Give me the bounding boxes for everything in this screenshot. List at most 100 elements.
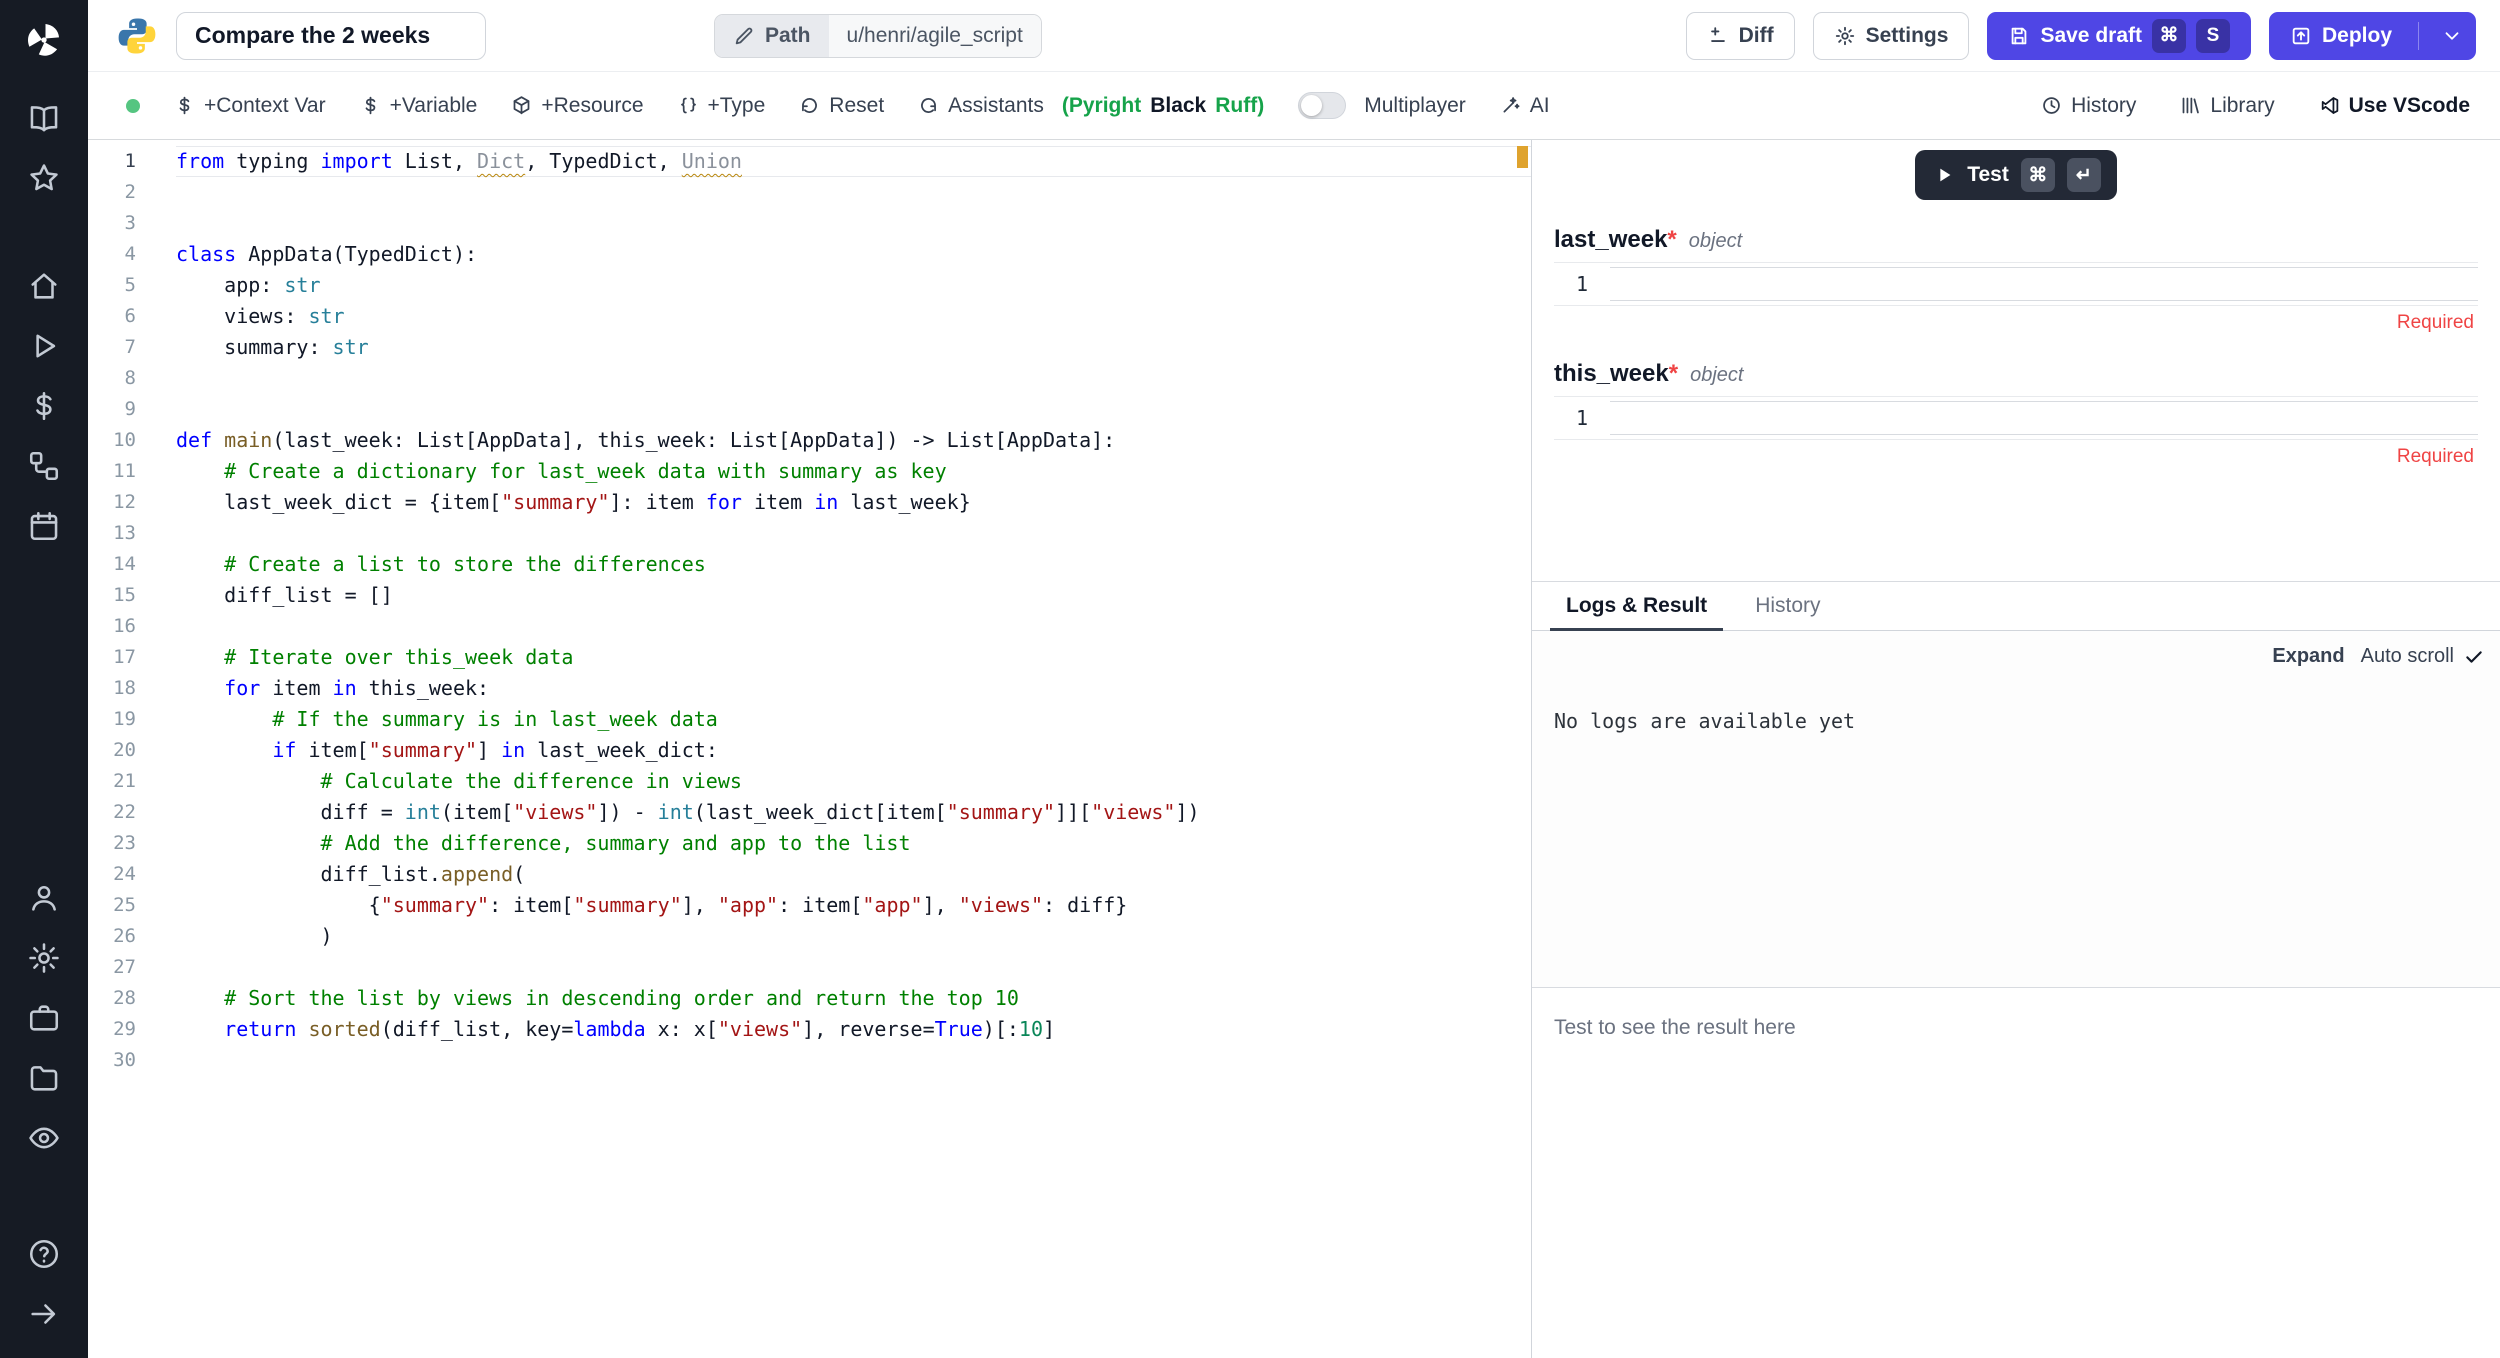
code-line[interactable] xyxy=(176,1045,1531,1076)
script-title-input[interactable]: Compare the 2 weeks xyxy=(176,12,486,60)
add-variable-button[interactable]: +Variable xyxy=(360,94,478,118)
expand-button[interactable]: Expand xyxy=(2272,645,2344,668)
arg-input-this-week[interactable]: 1 xyxy=(1554,396,2478,440)
arg-input-field[interactable] xyxy=(1610,401,2478,435)
code-line[interactable]: return sorted(diff_list, key=lambda x: x… xyxy=(176,1014,1531,1045)
code-line[interactable]: diff = int(item["views"]) - int(last_wee… xyxy=(176,797,1531,828)
code-line[interactable]: ) xyxy=(176,921,1531,952)
workers-briefcase-icon[interactable] xyxy=(14,988,74,1048)
autoscroll-toggle[interactable]: Auto scroll xyxy=(2361,645,2484,668)
editor-scrollbar[interactable] xyxy=(1513,140,1531,1358)
code-line[interactable] xyxy=(176,518,1531,549)
variables-icon[interactable] xyxy=(14,376,74,436)
star-icon[interactable] xyxy=(14,148,74,208)
code-line[interactable] xyxy=(176,394,1531,425)
library-button[interactable]: Library xyxy=(2180,94,2274,118)
book-icon[interactable] xyxy=(14,88,74,148)
collapse-arrow-icon[interactable] xyxy=(14,1284,74,1344)
kbd-meta-badge: ⌘ xyxy=(2021,158,2055,192)
ai-button[interactable]: AI xyxy=(1500,94,1550,118)
diff-button[interactable]: Diff xyxy=(1686,12,1795,60)
code-line[interactable]: # Create a list to store the differences xyxy=(176,549,1531,580)
reset-button[interactable]: Reset xyxy=(799,94,884,118)
add-context-var-button[interactable]: +Context Var xyxy=(174,94,326,118)
history-button[interactable]: History xyxy=(2041,94,2136,118)
tab-logs-result[interactable]: Logs & Result xyxy=(1542,582,1731,630)
code-line[interactable]: from typing import List, Dict, TypedDict… xyxy=(176,146,1531,177)
arg-input-field[interactable] xyxy=(1610,267,2478,301)
required-hint: Required xyxy=(1554,446,2478,468)
code-line[interactable] xyxy=(176,208,1531,239)
line-number: 24 xyxy=(88,859,136,890)
runs-icon[interactable] xyxy=(14,316,74,376)
code-line[interactable]: # Add the difference, summary and app to… xyxy=(176,828,1531,859)
logs-header: Expand Auto scroll xyxy=(2272,645,2484,668)
path-value[interactable]: u/henri/agile_script xyxy=(829,15,1041,57)
add-variable-label: +Variable xyxy=(390,94,478,118)
user-icon[interactable] xyxy=(14,868,74,928)
code-line[interactable]: # Create a dictionary for last_week data… xyxy=(176,456,1531,487)
code-line[interactable]: app: str xyxy=(176,270,1531,301)
code-line[interactable]: if item["summary"] in last_week_dict: xyxy=(176,735,1531,766)
folders-icon[interactable] xyxy=(14,1048,74,1108)
code-line[interactable]: class AppData(TypedDict): xyxy=(176,239,1531,270)
path-button[interactable]: Path xyxy=(715,15,829,57)
help-icon[interactable] xyxy=(14,1224,74,1284)
deploy-label: Deploy xyxy=(2322,24,2392,48)
code-line[interactable]: views: str xyxy=(176,301,1531,332)
code-editor[interactable]: 1234567891011121314151617181920212223242… xyxy=(88,140,1532,1358)
editor-toolbar: +Context Var +Variable +Resource +Type R… xyxy=(88,72,2500,140)
path-control[interactable]: Path u/henri/agile_script xyxy=(714,14,1042,58)
code-line[interactable]: # If the summary is in last_week data xyxy=(176,704,1531,735)
code-line[interactable] xyxy=(176,363,1531,394)
deploy-main[interactable]: Deploy xyxy=(2270,13,2408,59)
main-column: Compare the 2 weeks Path u/henri/agile_s… xyxy=(88,0,2500,1358)
deploy-dropdown[interactable] xyxy=(2429,13,2475,59)
line-number: 19 xyxy=(88,704,136,735)
code-line[interactable]: last_week_dict = {item["summary"]: item … xyxy=(176,487,1531,518)
black-status: Black xyxy=(1150,94,1206,118)
history-label: History xyxy=(2071,94,2136,118)
code-line[interactable] xyxy=(176,611,1531,642)
editor-code[interactable]: from typing import List, Dict, TypedDict… xyxy=(176,140,1531,1358)
settings-button[interactable]: Settings xyxy=(1813,12,1970,60)
code-line[interactable] xyxy=(176,952,1531,983)
assistants-button[interactable]: Assistants xyxy=(918,94,1044,118)
add-type-button[interactable]: +Type xyxy=(678,94,766,118)
code-line[interactable] xyxy=(176,177,1531,208)
home-icon[interactable] xyxy=(14,256,74,316)
use-vscode-button[interactable]: Use VScode xyxy=(2319,94,2470,118)
test-button[interactable]: Test ⌘ ↵ xyxy=(1915,150,2117,200)
line-number: 9 xyxy=(88,394,136,425)
code-line[interactable]: # Calculate the difference in views xyxy=(176,766,1531,797)
audit-eye-icon[interactable] xyxy=(14,1108,74,1168)
tab-history[interactable]: History xyxy=(1731,582,1844,630)
play-icon xyxy=(1933,164,1955,186)
mini-editor-line-number: 1 xyxy=(1554,263,1610,305)
code-line[interactable]: # Iterate over this_week data xyxy=(176,642,1531,673)
test-args-section: Test ⌘ ↵ last_week* object 1 Req xyxy=(1532,140,2500,582)
code-line[interactable]: diff_list = [] xyxy=(176,580,1531,611)
wand-icon xyxy=(1500,95,1521,116)
code-line[interactable]: # Sort the list by views in descending o… xyxy=(176,983,1531,1014)
save-draft-button[interactable]: Save draft ⌘ S xyxy=(1987,12,2251,60)
code-line[interactable]: def main(last_week: List[AppData], this_… xyxy=(176,425,1531,456)
line-number: 15 xyxy=(88,580,136,611)
schedules-icon[interactable] xyxy=(14,496,74,556)
code-line[interactable]: for item in this_week: xyxy=(176,673,1531,704)
settings-gear-icon[interactable] xyxy=(14,928,74,988)
reset-label: Reset xyxy=(829,94,884,118)
diff-button-label: Diff xyxy=(1739,24,1774,48)
deploy-button[interactable]: Deploy xyxy=(2269,12,2476,60)
arg-header: last_week* object xyxy=(1554,226,2478,254)
windmill-logo-icon[interactable] xyxy=(14,10,74,70)
code-line[interactable]: diff_list.append( xyxy=(176,859,1531,890)
arg-header: this_week* object xyxy=(1554,360,2478,388)
arg-input-last-week[interactable]: 1 xyxy=(1554,262,2478,306)
code-line[interactable]: summary: str xyxy=(176,332,1531,363)
add-resource-button[interactable]: +Resource xyxy=(511,94,643,118)
multiplayer-toggle[interactable] xyxy=(1298,92,1346,119)
code-line[interactable]: {"summary": item["summary"], "app": item… xyxy=(176,890,1531,921)
resources-icon[interactable] xyxy=(14,436,74,496)
multiplayer-label: Multiplayer xyxy=(1364,94,1466,118)
